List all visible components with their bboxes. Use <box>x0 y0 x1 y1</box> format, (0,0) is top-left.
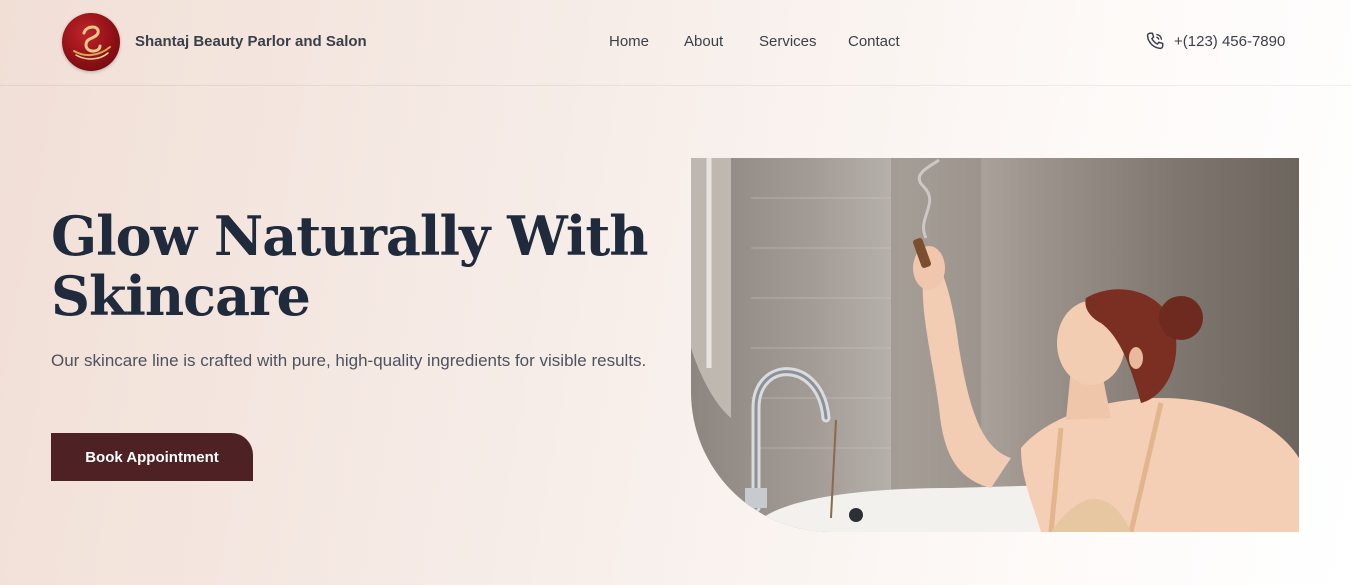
phone-number[interactable]: +(123) 456-7890 <box>1174 33 1285 50</box>
nav-contact[interactable]: Contact <box>848 33 900 50</box>
phone-icon <box>1146 32 1164 50</box>
nav-home[interactable]: Home <box>609 33 649 50</box>
hero-photo <box>691 158 1299 532</box>
woman-in-bath-photo <box>691 158 1299 532</box>
brand-name[interactable]: Shantaj Beauty Parlor and Salon <box>135 33 367 50</box>
nav-about[interactable]: About <box>684 33 723 50</box>
hero-title: Glow Naturally With Skincare <box>51 204 649 328</box>
site-header: Shantaj Beauty Parlor and Salon Home Abo… <box>0 0 1351 86</box>
book-appointment-button[interactable]: Book Appointment <box>51 433 253 481</box>
logo-emblem-icon <box>73 25 111 60</box>
salon-logo[interactable] <box>62 13 120 71</box>
hero-subtitle: Our skincare line is crafted with pure, … <box>51 351 647 370</box>
nav-services[interactable]: Services <box>759 33 817 50</box>
